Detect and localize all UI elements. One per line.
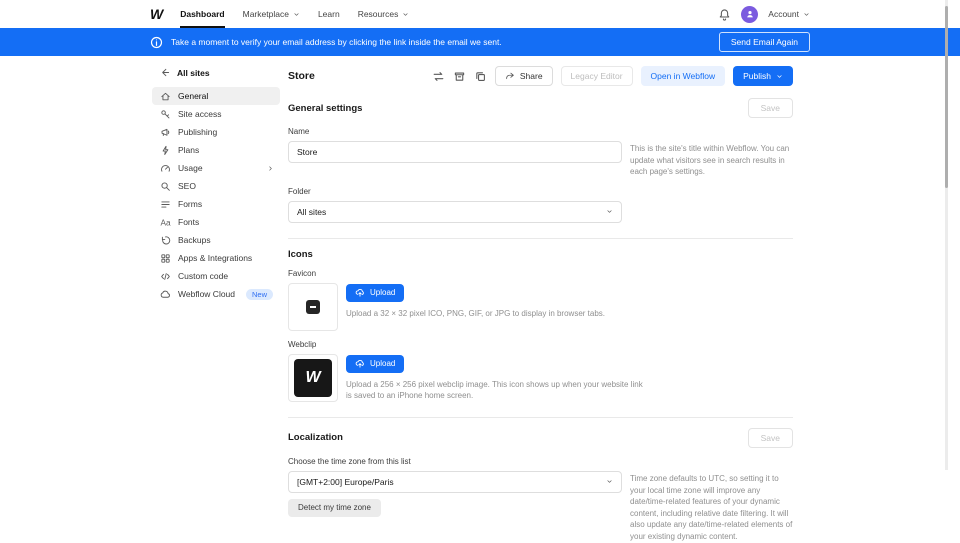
history-icon — [160, 235, 171, 246]
sidebar-item-webflow-cloud[interactable]: Webflow Cloud New — [152, 285, 280, 303]
favicon-help-text: Upload a 32 × 32 pixel ICO, PNG, GIF, or… — [346, 308, 605, 320]
chevron-down-icon — [606, 208, 613, 215]
bell-icon[interactable] — [718, 8, 731, 21]
sidebar-item-plans[interactable]: Plans — [152, 141, 280, 159]
megaphone-icon — [160, 127, 171, 138]
share-button[interactable]: Share — [495, 66, 553, 86]
settings-sidebar: All sites General Site access Publishing — [150, 62, 280, 543]
sidebar-item-apps-integrations[interactable]: Apps & Integrations — [152, 249, 280, 267]
home-icon — [160, 91, 171, 102]
archive-icon[interactable] — [453, 70, 466, 83]
webclip-help-text: Upload a 256 × 256 pixel webclip image. … — [346, 379, 646, 402]
publish-button[interactable]: Publish — [733, 66, 793, 86]
top-nav: W Dashboard Marketplace Learn Resources — [0, 0, 960, 28]
account-menu[interactable]: Account — [768, 9, 810, 19]
name-help-text: This is the site's title within Webflow.… — [630, 141, 793, 178]
icons-heading: Icons — [288, 249, 313, 260]
nav-learn[interactable]: Learn — [318, 0, 340, 28]
sidebar-item-publishing[interactable]: Publishing — [152, 123, 280, 141]
chevron-down-icon — [293, 11, 300, 18]
site-name-input[interactable] — [288, 141, 622, 163]
timezone-help-text: Time zone defaults to UTC, so setting it… — [630, 471, 793, 543]
key-icon — [160, 109, 171, 120]
sidebar-item-usage[interactable]: Usage — [152, 159, 280, 177]
info-icon — [150, 36, 163, 49]
favicon-preview — [288, 283, 338, 331]
webclip-label: Webclip — [288, 340, 793, 349]
form-lines-icon — [160, 199, 171, 210]
person-icon — [745, 9, 755, 19]
cloud-icon — [160, 289, 171, 300]
account-avatar[interactable] — [741, 6, 758, 23]
send-email-again-button[interactable]: Send Email Again — [719, 32, 810, 52]
nav-resources[interactable]: Resources — [358, 0, 410, 28]
name-label: Name — [288, 127, 793, 136]
sidebar-item-forms[interactable]: Forms — [152, 195, 280, 213]
code-icon — [160, 271, 171, 282]
chevron-down-icon — [402, 11, 409, 18]
settings-main: Store Share Legacy Editor Open in Webflo… — [280, 62, 810, 543]
open-in-webflow-button[interactable]: Open in Webflow — [641, 66, 726, 86]
email-verify-banner: Take a moment to verify your email addre… — [0, 28, 960, 56]
duplicate-icon[interactable] — [474, 70, 487, 83]
favicon-upload-button[interactable]: Upload — [346, 284, 404, 302]
arrow-left-icon — [159, 67, 170, 78]
sidebar-item-backups[interactable]: Backups — [152, 231, 280, 249]
webflow-logo[interactable]: W — [150, 0, 162, 28]
transfer-site-icon[interactable] — [432, 70, 445, 83]
sidebar-item-fonts[interactable]: Aa Fonts — [152, 213, 280, 231]
legacy-editor-button[interactable]: Legacy Editor — [561, 66, 633, 86]
webclip-upload-button[interactable]: Upload — [346, 355, 404, 373]
sidebar-item-seo[interactable]: SEO — [152, 177, 280, 195]
fonts-icon: Aa — [160, 217, 171, 228]
sidebar-item-general[interactable]: General — [152, 87, 280, 105]
site-title: Store — [288, 70, 315, 82]
back-to-all-sites[interactable]: All sites — [150, 62, 280, 87]
upload-cloud-icon — [355, 288, 365, 298]
share-arrow-icon — [505, 71, 515, 81]
nav-marketplace[interactable]: Marketplace — [243, 0, 300, 28]
upload-cloud-icon — [355, 359, 365, 369]
folder-select[interactable]: All sites — [288, 201, 622, 223]
page-scrollbar-thumb[interactable] — [945, 6, 948, 188]
chevron-right-icon — [267, 165, 274, 172]
favicon-label: Favicon — [288, 269, 793, 278]
localization-heading: Localization — [288, 432, 343, 443]
sidebar-item-custom-code[interactable]: Custom code — [152, 267, 280, 285]
timezone-select[interactable]: [GMT+2:00] Europe/Paris — [288, 471, 622, 493]
webclip-preview: W — [288, 354, 338, 402]
apps-grid-icon — [160, 253, 171, 264]
svg-text:Aa: Aa — [160, 218, 171, 227]
localization-save-button[interactable]: Save — [748, 428, 793, 448]
default-favicon-icon — [306, 300, 320, 314]
gauge-icon — [160, 163, 171, 174]
general-save-button[interactable]: Save — [748, 98, 793, 118]
section-divider — [288, 417, 793, 418]
search-icon — [160, 181, 171, 192]
chevron-down-icon — [606, 478, 613, 485]
folder-label: Folder — [288, 187, 793, 196]
bolt-icon — [160, 145, 171, 156]
detect-timezone-button[interactable]: Detect my time zone — [288, 499, 381, 517]
chevron-down-icon — [803, 11, 810, 18]
chevron-down-icon — [776, 73, 783, 80]
webflow-w-logo: W — [294, 359, 332, 397]
timezone-label: Choose the time zone from this list — [288, 457, 793, 466]
nav-dashboard[interactable]: Dashboard — [180, 0, 224, 28]
general-settings-heading: General settings — [288, 103, 362, 114]
new-badge: New — [246, 289, 273, 300]
sidebar-item-site-access[interactable]: Site access — [152, 105, 280, 123]
banner-message: Take a moment to verify your email addre… — [171, 37, 502, 47]
section-divider — [288, 238, 793, 239]
